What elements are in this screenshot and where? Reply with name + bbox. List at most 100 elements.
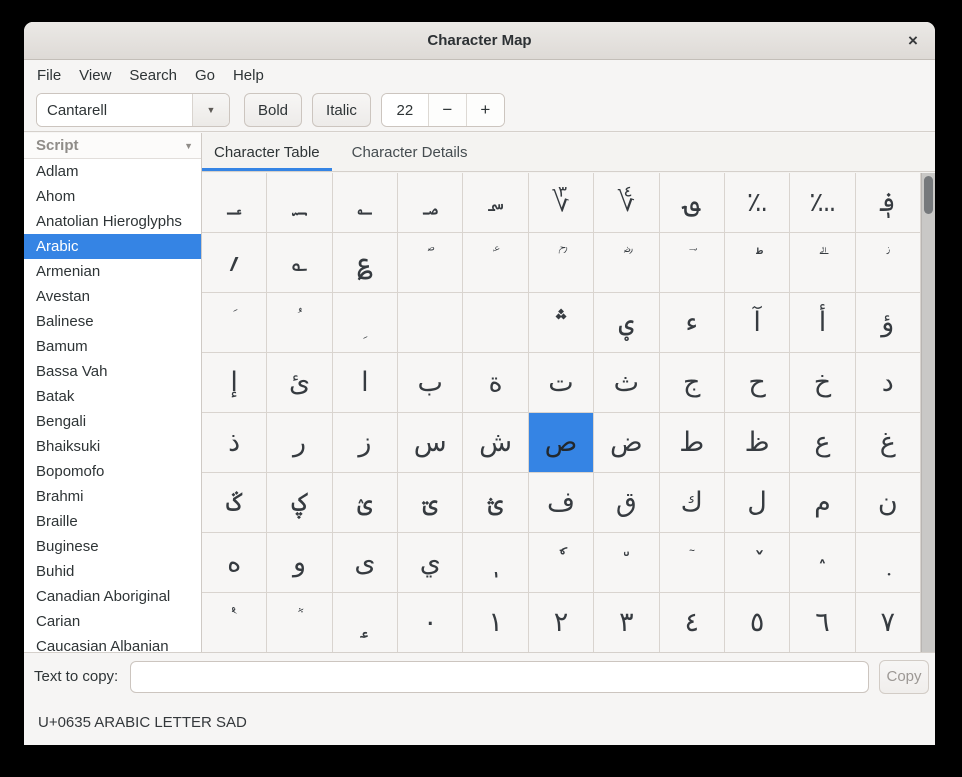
grid-cell[interactable]: ؄: [463, 173, 528, 233]
grid-cell[interactable]: ؓ: [594, 233, 659, 293]
grid-cell[interactable]: ؙ: [267, 293, 332, 353]
script-list-item[interactable]: Arabic: [24, 234, 201, 259]
script-list-item[interactable]: Caucasian Albanian: [24, 634, 201, 652]
grid-cell[interactable]: ؑ: [463, 233, 528, 293]
vertical-scrollbar[interactable]: [921, 173, 935, 652]
grid-cell[interactable]: ؃: [398, 173, 463, 233]
grid-cell[interactable]: س: [398, 413, 463, 473]
script-list-item[interactable]: Avestan: [24, 284, 201, 309]
grid-cell[interactable]: ذ: [202, 413, 267, 473]
grid-cell[interactable]: ٦: [790, 593, 855, 652]
grid-cell[interactable]: ٚ: [725, 533, 790, 593]
menu-item-search[interactable]: Search: [120, 64, 186, 87]
menu-item-view[interactable]: View: [70, 64, 120, 87]
close-button[interactable]: ×: [901, 29, 925, 53]
grid-cell[interactable]: ٖ: [463, 533, 528, 593]
grid-cell-selected[interactable]: ص: [529, 413, 594, 473]
grid-cell[interactable]: ٝ: [202, 593, 267, 652]
grid-cell[interactable]: ؎: [267, 233, 332, 293]
grid-cell[interactable]: ب: [398, 353, 463, 413]
grid-cell[interactable]: ؆: [529, 173, 594, 233]
grid-cell[interactable]: ٘: [594, 533, 659, 593]
scrollbar-thumb[interactable]: [924, 176, 933, 214]
font-size-value[interactable]: 22: [382, 94, 428, 126]
grid-cell[interactable]: د: [856, 353, 921, 413]
grid-cell[interactable]: ى: [333, 533, 398, 593]
grid-cell[interactable]: ي: [398, 533, 463, 593]
grid-cell[interactable]: ؿ: [463, 473, 528, 533]
grid-cell[interactable]: ؐ: [398, 233, 463, 293]
grid-cell[interactable]: ؇: [594, 173, 659, 233]
grid-cell[interactable]: ه: [202, 533, 267, 593]
grid-cell[interactable]: ؽ: [333, 473, 398, 533]
grid-cell[interactable]: ؀: [202, 173, 267, 233]
grid-cell[interactable]: ٟ: [333, 593, 398, 652]
grid-cell[interactable]: ء: [660, 293, 725, 353]
grid-cell[interactable]: ؚ: [333, 293, 398, 353]
script-list-item[interactable]: Bassa Vah: [24, 359, 201, 384]
titlebar[interactable]: Character Map ×: [24, 22, 935, 60]
grid-cell[interactable]: ل: [725, 473, 790, 533]
grid-cell[interactable]: ٣: [594, 593, 659, 652]
script-list-item[interactable]: Adlam: [24, 159, 201, 184]
script-list-item[interactable]: Buhid: [24, 559, 201, 584]
grid-cell[interactable]: ن: [856, 473, 921, 533]
grid-cell[interactable]: ؘ: [202, 293, 267, 353]
grid-cell[interactable]: ٤: [660, 593, 725, 652]
decrease-size-button[interactable]: −: [428, 94, 466, 126]
grid-cell[interactable]: ػ: [202, 473, 267, 533]
grid-cell[interactable]: آ: [725, 293, 790, 353]
grid-cell[interactable]: ؔ: [660, 233, 725, 293]
grid-cell[interactable]: ١: [463, 593, 528, 652]
grid-cell[interactable]: ٙ: [660, 533, 725, 593]
tab-character-details[interactable]: Character Details: [340, 133, 480, 171]
grid-cell[interactable]: ا: [333, 353, 398, 413]
script-list-item[interactable]: Bamum: [24, 334, 201, 359]
grid-cell[interactable]: غ: [856, 413, 921, 473]
grid-cell[interactable]: ة: [463, 353, 528, 413]
grid-cell[interactable]: ؁: [267, 173, 332, 233]
grid-cell[interactable]: ٧: [856, 593, 921, 652]
grid-cell[interactable]: ؍: [202, 233, 267, 293]
font-family-select[interactable]: Cantarell ▼: [36, 93, 230, 127]
script-header[interactable]: Script ▼: [24, 133, 201, 159]
grid-cell[interactable]: ؗ: [856, 233, 921, 293]
grid-cell[interactable]: ٞ: [267, 593, 332, 652]
grid-cell[interactable]: أ: [790, 293, 855, 353]
script-list-item[interactable]: Brahmi: [24, 484, 201, 509]
font-family-dropdown-button[interactable]: ▼: [192, 94, 229, 126]
script-list-item[interactable]: Carian: [24, 609, 201, 634]
grid-cell[interactable]: ٛ: [790, 533, 855, 593]
grid-cell[interactable]: ؋: [856, 173, 921, 233]
grid-cell[interactable]: ؕ: [725, 233, 790, 293]
menu-item-go[interactable]: Go: [186, 64, 224, 87]
grid-cell[interactable]: ت: [529, 353, 594, 413]
copy-button[interactable]: Copy: [879, 660, 929, 694]
grid-cell[interactable]: ؠ: [594, 293, 659, 353]
grid-cell[interactable]: ؤ: [856, 293, 921, 353]
grid-cell[interactable]: ؂: [333, 173, 398, 233]
grid-cell[interactable]: ؏: [333, 233, 398, 293]
grid-cell[interactable]: م: [790, 473, 855, 533]
grid-cell[interactable]: ؖ: [790, 233, 855, 293]
script-list-item[interactable]: Buginese: [24, 534, 201, 559]
script-list-item[interactable]: Batak: [24, 384, 201, 409]
italic-button[interactable]: Italic: [312, 93, 371, 127]
grid-cell[interactable]: [463, 293, 528, 353]
grid-cell[interactable]: ؞: [529, 293, 594, 353]
grid-cell[interactable]: ؈: [660, 173, 725, 233]
script-list-item[interactable]: Canadian Aboriginal: [24, 584, 201, 609]
script-list-item[interactable]: Balinese: [24, 309, 201, 334]
grid-cell[interactable]: ث: [594, 353, 659, 413]
grid-cell[interactable]: ٗ: [529, 533, 594, 593]
grid-cell[interactable]: ؾ: [398, 473, 463, 533]
script-list-item[interactable]: Bengali: [24, 409, 201, 434]
grid-cell[interactable]: ف: [529, 473, 594, 533]
grid-cell[interactable]: ح: [725, 353, 790, 413]
grid-cell[interactable]: ش: [463, 413, 528, 473]
grid-cell[interactable]: ٥: [725, 593, 790, 652]
grid-cell[interactable]: ؊: [790, 173, 855, 233]
grid-cell[interactable]: ج: [660, 353, 725, 413]
grid-cell[interactable]: ٠: [398, 593, 463, 652]
grid-cell[interactable]: ك: [660, 473, 725, 533]
